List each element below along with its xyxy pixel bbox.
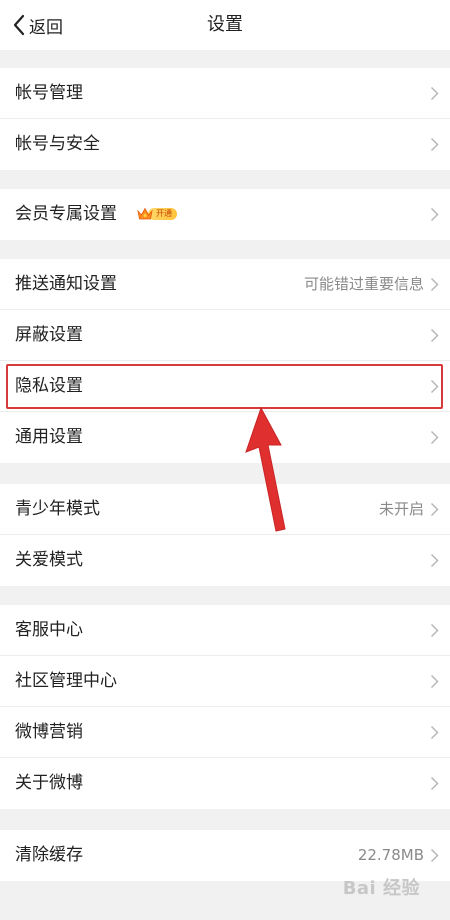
row-label: 帐号与安全 <box>15 134 100 154</box>
chevron-right-icon <box>430 137 439 152</box>
settings-group-modes: 青少年模式 未开启 关爱模式 <box>0 484 450 586</box>
chevron-right-icon <box>430 86 439 101</box>
navbar: 返回 设置 <box>0 0 450 50</box>
settings-group-vip: 会员专属设置 开通 <box>0 189 450 240</box>
chevron-right-icon <box>430 553 439 568</box>
row-value: 未开启 <box>378 500 424 518</box>
settings-row-account-management[interactable]: 帐号管理 <box>0 68 450 119</box>
settings-row-about-weibo[interactable]: 关于微博 <box>0 758 450 809</box>
chevron-right-icon <box>430 848 439 863</box>
settings-row-general-settings[interactable]: 通用设置 <box>0 412 450 463</box>
watermark: Bai 经验 <box>342 878 420 899</box>
settings-row-youth-mode[interactable]: 青少年模式 未开启 <box>0 484 450 535</box>
row-label: 清除缓存 <box>15 845 83 865</box>
row-label: 青少年模式 <box>15 499 100 519</box>
chevron-right-icon <box>430 430 439 445</box>
settings-row-community-management[interactable]: 社区管理中心 <box>0 656 450 707</box>
settings-group-support: 客服中心 社区管理中心 微博营销 关于微博 <box>0 605 450 809</box>
settings-row-care-mode[interactable]: 关爱模式 <box>0 535 450 586</box>
chevron-right-icon <box>430 725 439 740</box>
row-label: 帐号管理 <box>15 83 83 103</box>
row-label: 通用设置 <box>15 427 83 447</box>
settings-row-push-notifications[interactable]: 推送通知设置 可能错过重要信息 <box>0 259 450 310</box>
page-title: 设置 <box>207 14 243 35</box>
settings-row-account-security[interactable]: 帐号与安全 <box>0 119 450 170</box>
row-label: 推送通知设置 <box>15 274 117 294</box>
row-label: 关爱模式 <box>15 550 83 570</box>
settings-row-customer-service[interactable]: 客服中心 <box>0 605 450 656</box>
row-label: 关于微博 <box>15 773 83 793</box>
red-arrow-annotation <box>245 406 286 532</box>
row-label: 微博营销 <box>15 722 83 742</box>
chevron-right-icon <box>430 623 439 638</box>
settings-row-weibo-marketing[interactable]: 微博营销 <box>0 707 450 758</box>
chevron-right-icon <box>430 328 439 343</box>
vip-open-badge[interactable]: 开通 <box>136 206 177 222</box>
chevron-right-icon <box>430 776 439 791</box>
highlight-box <box>6 364 443 409</box>
settings-group-notifications: 推送通知设置 可能错过重要信息 屏蔽设置 隐私设置 通用设置 <box>0 259 450 463</box>
row-label: 社区管理中心 <box>15 671 117 691</box>
chevron-right-icon <box>430 207 439 222</box>
settings-row-vip-settings[interactable]: 会员专属设置 开通 <box>0 189 450 240</box>
chevron-right-icon <box>430 277 439 292</box>
chevron-right-icon <box>430 674 439 689</box>
settings-row-block-settings[interactable]: 屏蔽设置 <box>0 310 450 361</box>
row-label: 屏蔽设置 <box>15 325 83 345</box>
row-value: 可能错过重要信息 <box>303 275 424 293</box>
settings-group-account: 帐号管理 帐号与安全 <box>0 68 450 170</box>
chevron-right-icon <box>430 502 439 517</box>
row-label: 客服中心 <box>15 620 83 640</box>
row-label: 会员专属设置 <box>15 204 117 224</box>
crown-icon <box>137 207 153 220</box>
